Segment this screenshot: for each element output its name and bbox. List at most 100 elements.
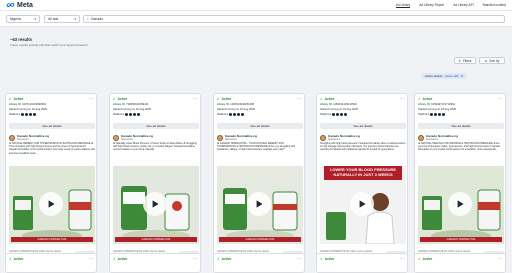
country-dropdown[interactable]: Nigeria ▾ — [6, 15, 40, 23]
see-ad-details-button[interactable]: See ad details — [113, 123, 199, 129]
status-badge: ✓ Active — [418, 257, 433, 261]
nav-ad-library[interactable]: Ad Library — [395, 3, 411, 8]
messenger-icon — [29, 113, 33, 116]
audience-network-icon — [137, 113, 141, 116]
advertiser-row[interactable]: Ganado Normaltive ng Sponsored — [9, 134, 49, 141]
image-caption: GANADO NORMALTIVE — [115, 237, 197, 242]
image-caption: GANADO NORMALTIVE — [420, 237, 502, 242]
sort-icon: ⇅ — [484, 58, 488, 63]
active-status-label: Active status: — [425, 74, 443, 78]
status-badge: ✓ Active — [113, 97, 128, 101]
image-caption: GANADO NORMALTIVE — [219, 237, 301, 242]
ad-creative-video[interactable]: LOWER YOUR BLOOD PRESSURE NATURALLY IN J… — [320, 166, 406, 244]
nav-branded-content[interactable]: Branded content — [483, 3, 506, 8]
nav-ad-library-api[interactable]: Ad Library API — [453, 3, 473, 8]
play-icon — [359, 200, 366, 208]
meta-logo[interactable]: Meta — [6, 2, 33, 9]
sponsored-label: Sponsored — [17, 138, 29, 141]
nav-ad-library-report[interactable]: Ad Library Report — [419, 3, 444, 8]
platforms-row: Platforms — [217, 113, 245, 116]
ad-body-text: ☘ Naturally Lower Blood Pressure | Prote… — [113, 142, 197, 152]
play-icon — [256, 200, 263, 208]
more-options-icon[interactable]: ⋯ — [400, 256, 404, 261]
search-input[interactable]: ⌕ Ganado — [83, 15, 505, 23]
instagram-icon — [25, 113, 29, 116]
play-icon — [152, 200, 159, 208]
audience-network-icon — [33, 113, 37, 116]
play-icon — [457, 200, 464, 208]
advertiser-row[interactable]: Ganado Normaltive ng Sponsored — [113, 134, 153, 141]
filter-bar: Nigeria ▾ All ads ▾ ⌕ Ganado — [0, 11, 512, 27]
avatar — [320, 134, 326, 141]
active-status-chip[interactable]: Active status: Active ads ✕ — [421, 73, 468, 79]
ad-creative-video[interactable]: GANADO NORMALTIVE — [9, 166, 95, 244]
more-options-icon[interactable]: ⋯ — [297, 256, 301, 261]
ad-body-text: ☘ GANADO NORMALTIVE – YOUR NATURAL REMED… — [217, 142, 296, 152]
sort-label: Sort by — [489, 58, 500, 63]
logo-text: Meta — [17, 1, 33, 9]
ad-creative-video[interactable]: GANADO NORMALTIVE — [113, 166, 199, 244]
ad-card: ✓ Active ⋯ — [414, 253, 506, 273]
facebook-icon — [430, 113, 434, 116]
more-options-icon[interactable]: ⋯ — [193, 256, 197, 261]
messenger-icon — [340, 113, 344, 116]
active-check-icon: ✓ — [9, 97, 12, 101]
image-caption: GANADO NORMALTIVE — [11, 237, 93, 242]
results-count: ~63 results — [10, 37, 32, 42]
active-check-icon: ✓ — [113, 257, 116, 261]
close-icon[interactable]: ✕ — [461, 74, 464, 78]
see-ad-details-button[interactable]: See ad details — [217, 123, 303, 129]
start-date: Started running on 19 Aug 2025 — [217, 108, 255, 111]
ad-category-dropdown[interactable]: All ads ▾ — [44, 15, 80, 23]
advertiser-row[interactable]: Ganado Normaltive ng Sponsored — [217, 134, 257, 141]
active-check-icon: ✓ — [418, 97, 421, 101]
status-badge: ✓ Active — [217, 97, 232, 101]
play-button[interactable] — [247, 192, 271, 216]
status-badge: ✓ Active — [113, 257, 128, 261]
avatar — [217, 134, 223, 141]
more-options-icon[interactable]: ⋯ — [498, 256, 502, 261]
sort-button[interactable]: ⇅ Sort by — [479, 57, 505, 64]
play-button[interactable] — [448, 192, 472, 216]
more-options-icon[interactable]: ⋯ — [297, 96, 301, 101]
ad-card: ✓ Active ⋯ — [109, 253, 201, 273]
instagram-icon — [336, 113, 340, 116]
more-options-icon[interactable]: ⋯ — [89, 256, 93, 261]
advertiser-row[interactable]: Ganado Normaltive ng Sponsored — [320, 134, 360, 141]
sponsored-label: Sponsored — [426, 138, 438, 141]
instagram-icon — [434, 113, 438, 116]
ad-creative-video[interactable]: GANADO NORMALTIVE — [217, 166, 303, 244]
more-options-icon[interactable]: ⋯ — [400, 96, 404, 101]
active-check-icon: ✓ — [113, 97, 116, 101]
play-button[interactable] — [143, 192, 167, 216]
ad-body-text: Struggling with high blood pressure? Gan… — [320, 142, 406, 152]
play-button[interactable] — [39, 192, 63, 216]
facebook-icon — [125, 113, 129, 116]
start-date: Started running on 19 Aug 2025 — [113, 108, 151, 111]
library-id: Library ID: 1037140419690519 — [9, 103, 47, 106]
category-value: All ads — [48, 17, 59, 21]
messenger-icon — [133, 113, 137, 116]
ad-creative-video[interactable]: GANADO NORMALTIVE — [418, 166, 504, 244]
facebook-icon — [332, 113, 336, 116]
filter-icon: ⚲ — [458, 58, 461, 63]
play-button[interactable] — [350, 192, 374, 216]
more-options-icon[interactable]: ⋯ — [89, 96, 93, 101]
messenger-icon — [438, 113, 442, 116]
more-options-icon[interactable]: ⋯ — [498, 96, 502, 101]
top-navigation: Meta Ad Library Ad Library Report Ad Lib… — [0, 0, 512, 11]
see-ad-details-button[interactable]: See ad details — [418, 123, 504, 129]
ad-card: ✓ Active ⋯ Library ID: 1184014193413516 S… — [316, 93, 408, 266]
see-ad-details-button[interactable]: See ad details — [320, 123, 406, 129]
messenger-icon — [237, 113, 241, 116]
facebook-icon — [21, 113, 25, 116]
library-id: Library ID: 1059497172712961 — [418, 103, 456, 106]
see-ad-details-button[interactable]: See ad details — [9, 123, 95, 129]
filters-button[interactable]: ⚲ Filters — [454, 57, 476, 64]
advertiser-row[interactable]: Ganado Normaltive ng Sponsored — [418, 134, 458, 141]
audience-network-icon — [442, 113, 446, 116]
meta-infinity-icon — [6, 2, 15, 8]
more-options-icon[interactable]: ⋯ — [193, 96, 197, 101]
active-check-icon: ✓ — [320, 257, 323, 261]
sponsored-label: Sponsored — [328, 138, 340, 141]
